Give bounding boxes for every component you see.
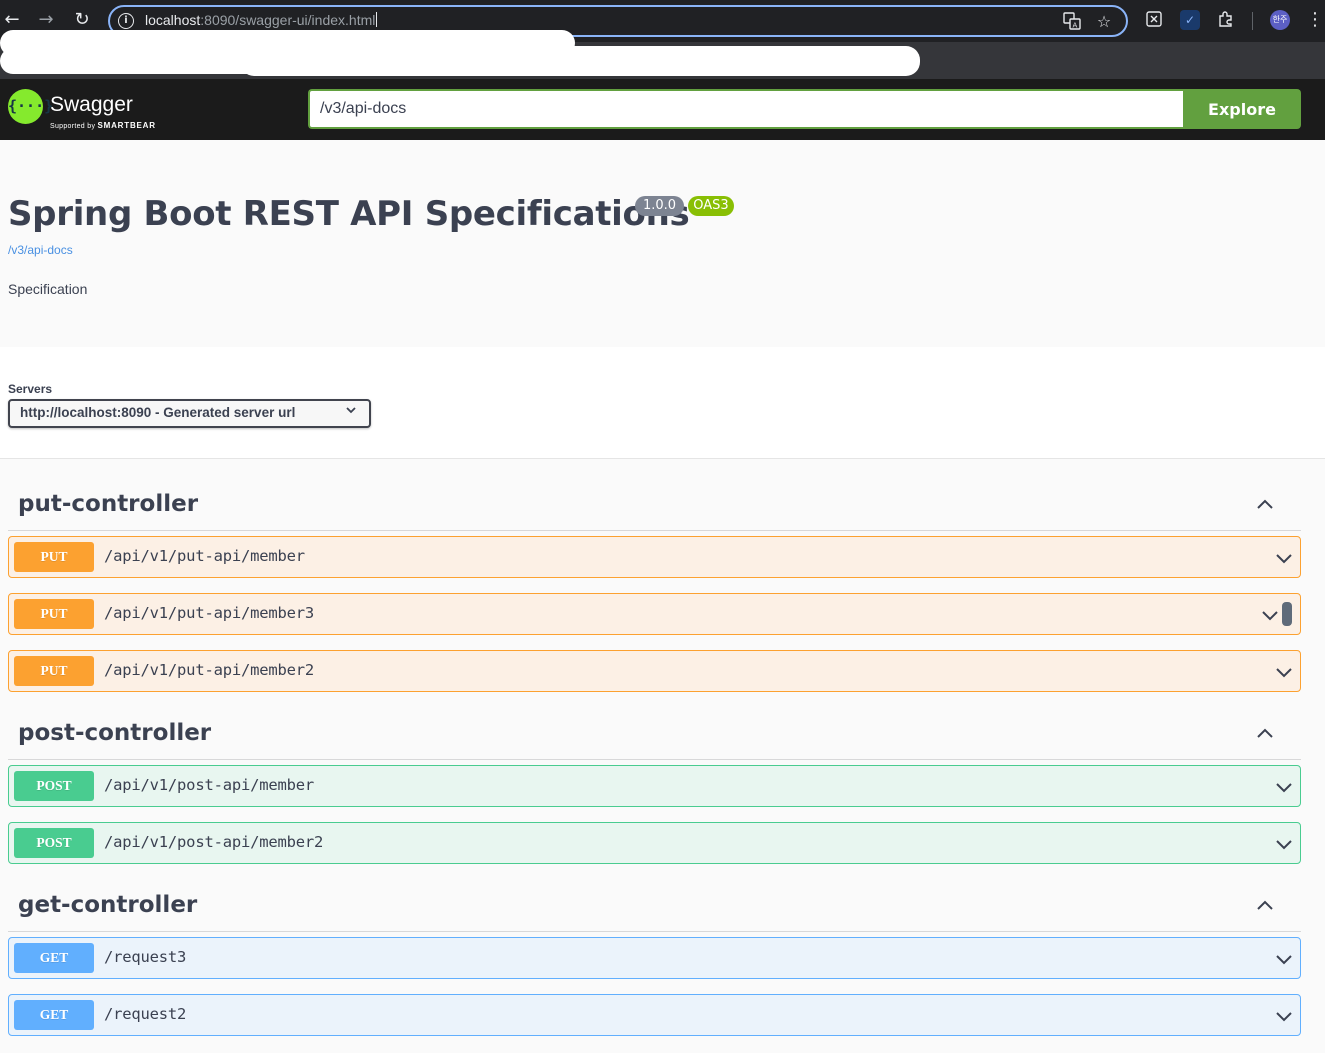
method-badge: POST <box>14 771 94 801</box>
profile-avatar[interactable]: 한주 <box>1270 10 1290 30</box>
tag-name: get-controller <box>18 892 198 918</box>
api-title: Spring Boot REST API Specifications <box>8 194 690 234</box>
text-caret <box>376 12 378 27</box>
operation-path: /api/v1/post-api/member <box>104 776 315 794</box>
servers-label: Servers <box>8 382 53 396</box>
spec-link[interactable]: /v3/api-docs <box>8 243 73 257</box>
swagger-logo-text: Swagger <box>50 93 133 116</box>
extension-check-icon[interactable]: ✓ <box>1180 10 1200 30</box>
chevron-up-icon[interactable] <box>1255 495 1275 515</box>
forward-icon[interactable]: → <box>34 8 58 32</box>
method-badge: GET <box>14 1000 94 1030</box>
bookmark-star-icon[interactable]: ☆ <box>1094 12 1114 32</box>
method-badge: POST <box>14 828 94 858</box>
url-host: localhost <box>145 12 201 28</box>
redaction-mark <box>0 48 260 74</box>
chevron-down-icon[interactable] <box>1274 662 1294 682</box>
toolbar-divider <box>1252 12 1253 30</box>
operation-get-request3[interactable]: GET /request3 <box>8 937 1301 979</box>
extensions-puzzle-icon[interactable] <box>1216 10 1236 30</box>
operation-post-member2[interactable]: POST /api/v1/post-api/member2 <box>8 822 1301 864</box>
swagger-logo-subtitle: Supported by SMARTBEAR <box>50 121 156 130</box>
browser-menu-icon[interactable]: ⋮ <box>1305 10 1325 30</box>
operation-path: /api/v1/put-api/member3 <box>104 604 315 622</box>
site-info-icon[interactable]: i <box>118 13 134 29</box>
method-badge: PUT <box>14 599 94 629</box>
extension-excel-icon[interactable] <box>1144 10 1164 30</box>
back-icon[interactable]: ← <box>0 8 24 32</box>
tag-header-post-controller[interactable]: post-controller <box>8 714 1301 760</box>
copy-to-clipboard-icon[interactable] <box>1282 602 1292 626</box>
chevron-down-icon[interactable] <box>1274 949 1294 969</box>
operation-path: /api/v1/post-api/member2 <box>104 833 324 851</box>
chevron-down-icon[interactable] <box>1274 548 1294 568</box>
operation-path: /api/v1/put-api/member <box>104 547 305 565</box>
servers-select[interactable]: http://localhost:8090 - Generated server… <box>8 399 371 428</box>
version-badge: 1.0.0 <box>635 196 684 216</box>
translate-icon[interactable]: A <box>1062 12 1082 32</box>
tag-name: post-controller <box>18 720 212 746</box>
operation-path: /request3 <box>104 948 187 966</box>
chevron-up-icon[interactable] <box>1255 724 1275 744</box>
bookmarks-bar <box>0 30 1325 79</box>
redaction-mark <box>240 46 920 76</box>
oas-badge: OAS3 <box>688 196 734 216</box>
logo-sub-brand: SMARTBEAR <box>97 121 156 130</box>
chevron-down-icon[interactable] <box>1260 605 1280 625</box>
operation-put-member[interactable]: PUT /api/v1/put-api/member <box>8 536 1301 578</box>
swagger-topbar: {···} Swagger Supported by SMARTBEAR Exp… <box>0 79 1325 140</box>
tag-header-put-controller[interactable]: put-controller <box>8 485 1301 531</box>
chevron-down-icon <box>345 404 357 419</box>
spec-url-input[interactable] <box>308 89 1184 129</box>
url-path: :8090/swagger-ui/index.html <box>200 12 376 28</box>
api-info: Spring Boot REST API Specifications 1.0.… <box>0 140 1325 347</box>
method-badge: PUT <box>14 542 94 572</box>
api-description: Specification <box>8 281 88 297</box>
method-badge: GET <box>14 943 94 973</box>
chevron-down-icon[interactable] <box>1274 834 1294 854</box>
servers-section: Servers http://localhost:8090 - Generate… <box>0 347 1325 459</box>
operation-get-request2[interactable]: GET /request2 <box>8 994 1301 1036</box>
operation-path: /request2 <box>104 1005 187 1023</box>
operation-put-member3[interactable]: PUT /api/v1/put-api/member3 <box>8 593 1301 635</box>
explore-button[interactable]: Explore <box>1183 89 1301 129</box>
swagger-logo-icon: {···} <box>8 89 53 124</box>
method-badge: PUT <box>14 656 94 686</box>
tag-header-get-controller[interactable]: get-controller <box>8 886 1301 932</box>
chevron-up-icon[interactable] <box>1255 896 1275 916</box>
address-url[interactable]: localhost:8090/swagger-ui/index.html <box>145 12 378 28</box>
reload-icon[interactable]: ↻ <box>70 8 94 32</box>
operation-path: /api/v1/put-api/member2 <box>104 661 315 679</box>
tag-name: put-controller <box>18 491 199 517</box>
chevron-down-icon[interactable] <box>1274 1006 1294 1026</box>
operation-post-member[interactable]: POST /api/v1/post-api/member <box>8 765 1301 807</box>
logo-sub-prefix: Supported by <box>50 123 96 130</box>
svg-text:A: A <box>1073 22 1078 30</box>
chevron-down-icon[interactable] <box>1274 777 1294 797</box>
operation-put-member2[interactable]: PUT /api/v1/put-api/member2 <box>8 650 1301 692</box>
servers-selected-value: http://localhost:8090 - Generated server… <box>20 405 296 420</box>
